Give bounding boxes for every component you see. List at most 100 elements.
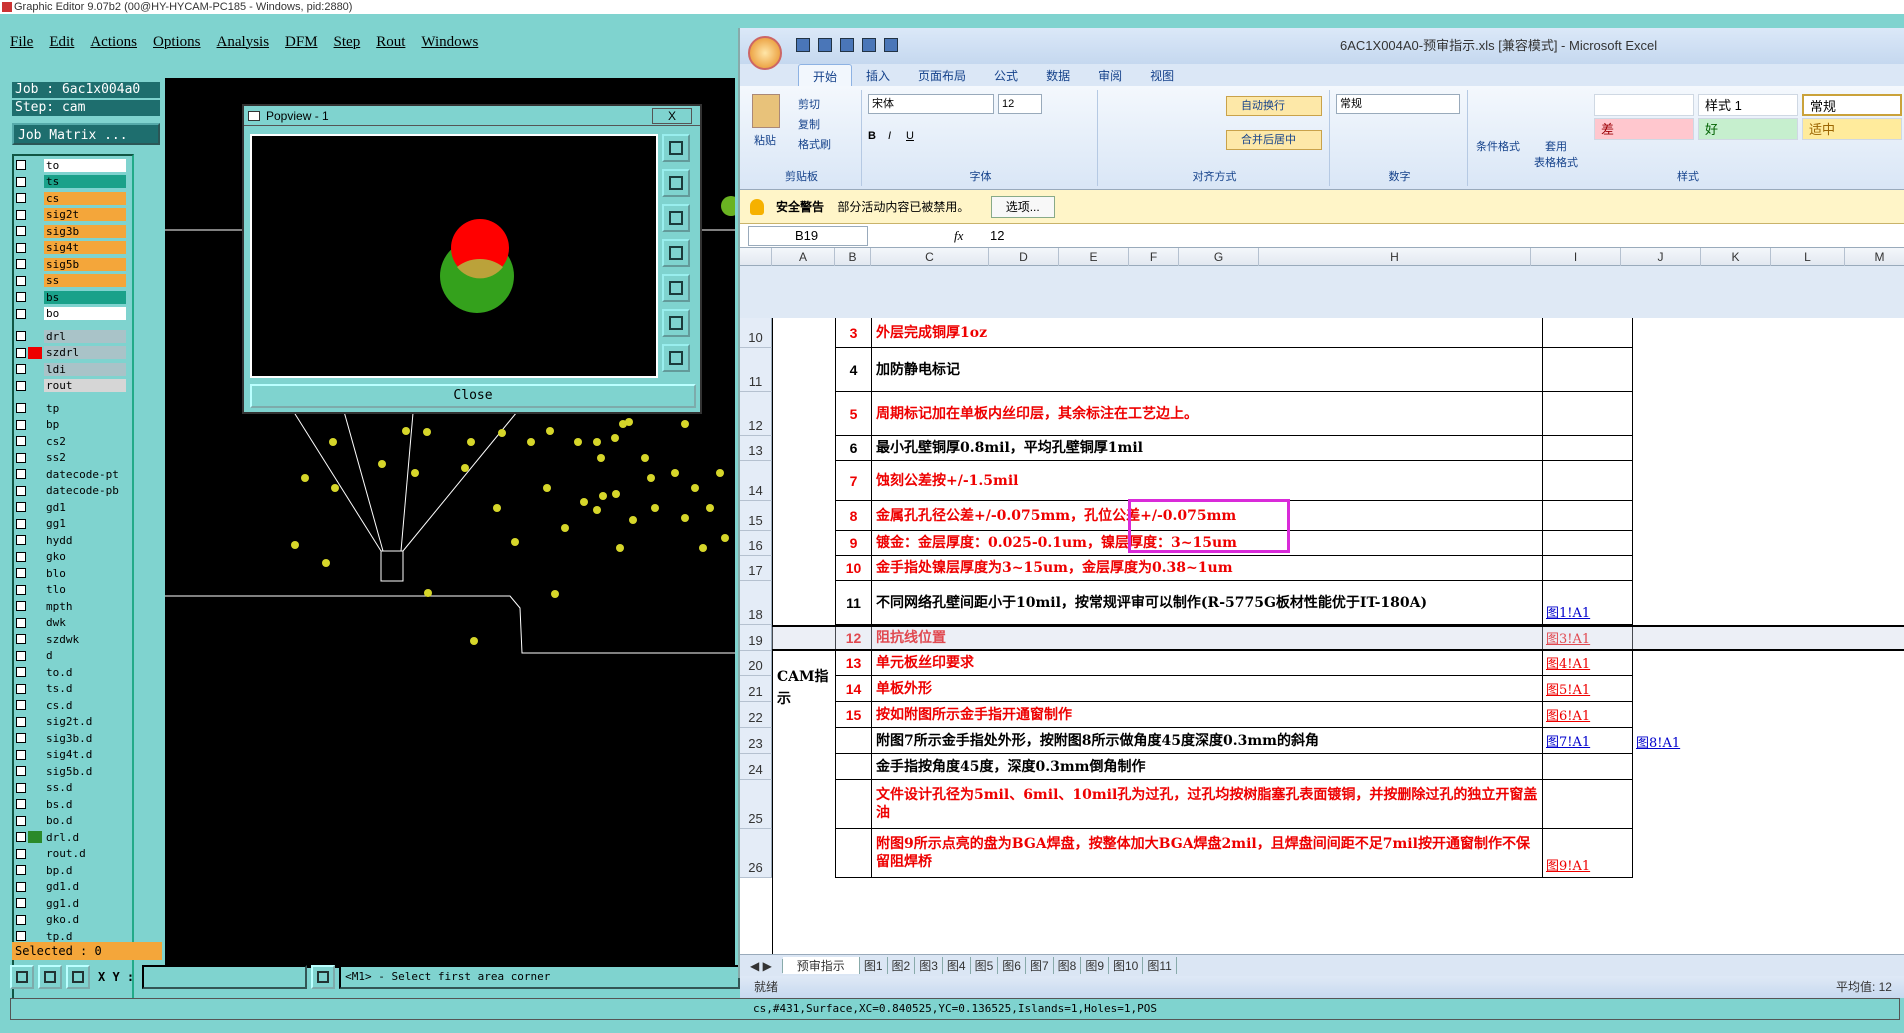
office-button[interactable] [748,36,782,70]
sheet-link[interactable]: 图3!A1 [1546,628,1590,647]
column-header[interactable]: C [871,248,989,266]
layer-row-gko[interactable]: gko [16,550,126,564]
redo-icon[interactable] [840,38,854,52]
layer-row-tlo[interactable]: tlo [16,583,126,597]
zoom-in-button[interactable] [662,309,690,337]
cell-j[interactable] [1543,556,1633,581]
layer-checkbox[interactable] [16,782,26,793]
layer-checkbox[interactable] [16,469,26,479]
measure-tool-button[interactable] [38,965,62,989]
layer-row-bs[interactable]: bs [16,290,126,304]
layer-checkbox[interactable] [16,403,26,413]
column-header[interactable]: J [1621,248,1701,266]
cell-j[interactable]: 图6!A1 [1543,702,1633,728]
name-box[interactable]: B19 [748,226,868,246]
column-header[interactable]: M [1845,248,1904,266]
layer-checkbox[interactable] [16,259,26,269]
sheet-tab[interactable]: 图10 [1109,957,1144,974]
sheet-tab[interactable]: 图5 [971,957,999,974]
style-1[interactable]: 样式 1 [1698,94,1798,116]
layer-checkbox[interactable] [16,308,26,319]
layer-row-dwk[interactable]: dwk [16,616,126,630]
cell-b[interactable]: 14 [835,676,871,702]
cell-c[interactable]: 单元板丝印要求 [871,651,1543,676]
layer-checkbox[interactable] [16,766,26,776]
cell-j[interactable] [1543,392,1633,436]
layer-row-ss[interactable]: ss [16,274,126,288]
style-neutral[interactable]: 适中 [1802,118,1902,140]
layer-checkbox[interactable] [16,209,26,220]
cell-b[interactable] [835,728,871,754]
format-painter-button[interactable]: 格式刷 [798,136,831,152]
style-blank[interactable] [1594,94,1694,116]
layer-checkbox[interactable] [16,881,26,892]
layer-row-sig4t[interactable]: sig4t [16,241,126,255]
ribbon-tab-4[interactable]: 数据 [1032,64,1084,86]
cell-j[interactable] [1543,461,1633,501]
row-header[interactable]: 13 [740,436,772,461]
sheet-tab[interactable]: 图4 [943,957,971,974]
layer-row-sig5b.d[interactable]: sig5b.d [16,764,126,778]
sheet-tab[interactable]: 图1 [860,957,888,974]
zoom-fit-button[interactable] [662,134,690,162]
layer-checkbox[interactable] [16,331,26,341]
wrap-text-button[interactable]: 自动换行 [1226,96,1322,116]
job-matrix-button[interactable]: Job Matrix ... [12,123,160,145]
layer-row-sig3b[interactable]: sig3b [16,224,126,238]
font-name-select[interactable]: 宋体 [868,94,994,114]
zoom-out-button[interactable] [662,344,690,372]
layer-row-mpth[interactable]: mpth [16,599,126,613]
sheet-tab[interactable]: 图6 [998,957,1026,974]
cell-j[interactable] [1543,318,1633,348]
column-header[interactable]: E [1059,248,1129,266]
copy-button[interactable]: 复制 [798,116,820,132]
column-header[interactable]: B [835,248,871,266]
ribbon-tab-1[interactable]: 插入 [852,64,904,86]
column-header[interactable]: K [1701,248,1771,266]
row-header[interactable]: 12 [740,392,772,436]
cell-b[interactable]: 5 [835,392,871,436]
row-header[interactable]: 21 [740,676,772,702]
conditional-format-button[interactable]: 条件格式 [1476,138,1520,154]
sheet-link[interactable]: 图6!A1 [1546,705,1590,724]
cell-c[interactable]: 金手指处镍层厚度为3~15um，金层厚度为0.38~1um [871,556,1543,581]
layer-row-sig2t.d[interactable]: sig2t.d [16,715,126,729]
layer-row-ts[interactable]: ts [16,175,126,189]
layer-checkbox[interactable] [16,242,26,253]
style-good[interactable]: 好 [1698,118,1798,140]
cell-j[interactable]: 图9!A1 [1543,829,1633,878]
row-header[interactable]: 26 [740,829,772,878]
style-normal[interactable]: 常规 [1802,94,1902,116]
ribbon-tab-0[interactable]: 开始 [798,64,853,86]
cell-b[interactable]: 4 [835,348,871,392]
layer-row-sig4t.d[interactable]: sig4t.d [16,748,126,762]
layer-checkbox[interactable] [16,292,26,302]
row-header[interactable]: 15 [740,501,772,531]
cell-b[interactable] [835,829,871,878]
sheet-link[interactable]: 图8!A1 [1636,732,1680,751]
ge-menu-analysis[interactable]: Analysis [217,34,270,62]
layer-checkbox[interactable] [16,176,26,187]
layer-checkbox[interactable] [16,634,26,644]
layer-checkbox[interactable] [16,898,26,908]
layer-checkbox[interactable] [16,683,26,694]
column-header[interactable]: I [1531,248,1621,266]
row-header[interactable]: 18 [740,581,772,625]
ge-menu-step[interactable]: Step [334,34,361,62]
ge-menu-dfm[interactable]: DFM [285,34,318,62]
paste-button[interactable]: 粘贴 [754,132,776,148]
pan-up-button[interactable] [662,169,690,197]
number-format-select[interactable]: 常规 [1336,94,1460,114]
row-header[interactable]: 14 [740,461,772,501]
layer-checkbox[interactable] [16,931,26,941]
security-options-button[interactable]: 选项... [990,196,1055,218]
layer-row-to.d[interactable]: to.d [16,665,126,679]
sheet-link[interactable]: 图4!A1 [1546,653,1590,672]
ge-menu-edit[interactable]: Edit [49,34,74,62]
cell-c[interactable]: 附图7所示金手指处外形，按附图8所示做角度45度深度0.3mm的斜角 [871,728,1543,754]
cell-b[interactable] [835,754,871,780]
popview-title-bar[interactable]: Popview - 1 X [244,106,700,126]
layer-checkbox[interactable] [16,667,26,677]
column-header[interactable]: L [1771,248,1845,266]
cell-c[interactable]: 金属孔孔径公差+/-0.075mm，孔位公差+/-0.075mm [871,501,1543,531]
